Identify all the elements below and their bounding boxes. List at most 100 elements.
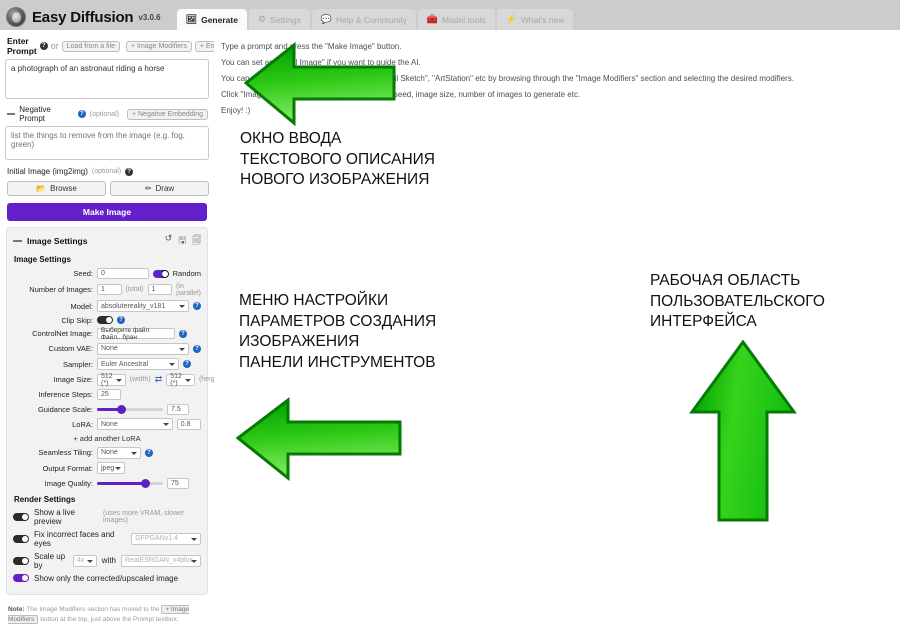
help-icon[interactable]: ? (117, 316, 125, 324)
seamless-tiling-label: Seamless Tiling: (13, 448, 93, 457)
chat-icon: 💬 (321, 15, 332, 24)
tab-settings[interactable]: ⚙ Settings (249, 9, 310, 30)
num-parallel-hint: (in parallel) (176, 283, 201, 297)
seed-label: Seed: (13, 269, 93, 278)
clip-skip-row: Clip Skip: ? (13, 316, 201, 325)
output-format-row: Output Format: jpeg (13, 462, 201, 474)
note-text-before: The Image Modifiers section has moved to… (26, 606, 159, 613)
num-total-input[interactable]: 1 (97, 284, 122, 295)
tab-help-community[interactable]: 💬 Help & Community (312, 9, 416, 30)
fix-faces-row: Fix incorrect faces and eyes GFPGANv1.4 (13, 530, 201, 548)
browse-button[interactable]: 📂 Browse (7, 181, 106, 196)
collapse-icon[interactable] (7, 113, 15, 115)
slider-knob[interactable] (141, 479, 150, 488)
initial-image-header: Initial Image (img2img) (optional) ? (5, 162, 209, 179)
random-seed-toggle[interactable] (153, 270, 169, 278)
image-quality-row: Image Quality: 75 (13, 478, 201, 489)
inference-steps-input[interactable]: 25 (97, 389, 121, 400)
seamless-tiling-select[interactable]: None (97, 447, 141, 459)
height-select[interactable]: 512 (*) (166, 374, 195, 386)
num-parallel-input[interactable]: 1 (148, 284, 173, 295)
sampler-select[interactable]: Euler Ancestral (97, 358, 179, 370)
tab-whats-new-label: What's new (521, 15, 565, 25)
live-preview-toggle[interactable] (13, 513, 29, 521)
image-quality-slider[interactable] (97, 479, 163, 488)
scale-up-row: Scale up by 4x with RealESRGAN_x4plus (13, 552, 201, 570)
model-select[interactable]: absolutereality_v181 (97, 300, 189, 312)
show-corrected-toggle[interactable] (13, 574, 29, 582)
custom-vae-select[interactable]: None (97, 343, 189, 355)
help-icon[interactable]: ? (125, 168, 133, 176)
help-icon[interactable]: ? (183, 360, 191, 368)
pencil-icon: ✏ (145, 184, 152, 193)
prompt-annotation: ОКНО ВВОДА ТЕКСТОВОГО ОПИСАНИЯ НОВОГО ИЗ… (240, 129, 435, 191)
tab-generate[interactable]: 🖼 Generate (177, 9, 247, 30)
seed-row: Seed: 0 Random (13, 268, 201, 279)
image-settings-panel: Image Settings ↺ 🖫 🗐 Image Settings Seed… (6, 227, 208, 595)
arrow-to-prompt (244, 39, 396, 127)
scale-model-select[interactable]: RealESRGAN_x4plus (121, 555, 201, 567)
add-another-lora-button[interactable]: + add another LoRA (13, 434, 201, 443)
controlnet-label: ControlNet Image: (13, 329, 93, 338)
brand: Easy Diffusion v3.0.6 (0, 7, 169, 30)
output-format-select[interactable]: jpeg (97, 462, 125, 474)
draw-label: Draw (156, 184, 175, 193)
scale-with-label: with (102, 556, 116, 565)
workspace-annotation: РАБОЧАЯ ОБЛАСТЬ ПОЛЬЗОВАТЕЛЬСКОГО ИНТЕРФ… (650, 271, 825, 333)
live-preview-row: Show a live preview (uses more VRAM, slo… (13, 508, 201, 526)
help-icon[interactable]: ? (193, 345, 201, 353)
clip-skip-label: Clip Skip: (13, 316, 93, 325)
slider-knob[interactable] (117, 405, 126, 414)
help-icon[interactable]: ? (40, 42, 48, 50)
prompt-input[interactable] (5, 59, 209, 99)
load-from-file-button[interactable]: Load from a file (62, 41, 120, 52)
help-icon[interactable]: ? (78, 110, 86, 118)
image-modifiers-button[interactable]: + Image Modifiers (126, 41, 192, 52)
note-bold: Note: (8, 606, 25, 613)
guidance-scale-row: Guidance Scale: 7.5 (13, 404, 201, 415)
lora-weight-input[interactable]: 0.8 (177, 419, 201, 430)
sampler-row: Sampler: Euler Ancestral ? (13, 358, 201, 370)
slider-fill (97, 482, 145, 485)
app-logo-icon (6, 7, 26, 27)
help-icon[interactable]: ? (145, 449, 153, 457)
help-icon[interactable]: ? (193, 302, 201, 310)
left-control-panel: Enter Prompt ? or Load from a file + Ima… (0, 30, 214, 522)
negative-prompt-header: Negative Prompt ? (optional) + Negative … (5, 101, 209, 126)
fix-faces-toggle[interactable] (13, 535, 29, 543)
scale-factor-select[interactable]: 4x (73, 555, 97, 567)
fix-faces-model-select[interactable]: GFPGANv1.4 (131, 533, 201, 545)
controlnet-file-input[interactable]: Выберите файл Файл...бран (97, 328, 175, 339)
width-hint: (width) (130, 376, 151, 383)
tab-generate-label: Generate (201, 15, 238, 25)
clip-skip-toggle[interactable] (97, 316, 113, 324)
save-icon[interactable]: 🖫 (178, 233, 186, 249)
negative-prompt-input[interactable] (5, 126, 209, 160)
main-tabs: 🖼 Generate ⚙ Settings 💬 Help & Community… (177, 9, 576, 30)
scale-up-toggle[interactable] (13, 557, 29, 565)
tab-help-label: Help & Community (336, 15, 407, 25)
width-select[interactable]: 512 (*) (97, 374, 126, 386)
output-format-label: Output Format: (13, 464, 93, 473)
tab-model-tools[interactable]: 🧰 Model tools (418, 9, 495, 30)
swap-icon[interactable]: ⇄ (155, 374, 163, 385)
image-quality-value[interactable]: 75 (167, 478, 189, 489)
brand-name: Easy Diffusion (32, 9, 133, 26)
prompt-title: Enter Prompt (7, 36, 37, 56)
collapse-icon[interactable] (13, 240, 22, 242)
undo-icon[interactable]: ↺ (165, 233, 173, 249)
negative-embedding-button[interactable]: + Negative Embedding (127, 109, 208, 120)
guidance-scale-value[interactable]: 7.5 (167, 404, 189, 415)
lora-row: LoRA: None 0.8 (13, 418, 201, 430)
random-label: Random (173, 269, 201, 278)
tab-whats-new[interactable]: ⚡ What's new (497, 9, 574, 30)
image-quality-label: Image Quality: (13, 479, 93, 488)
guidance-scale-slider[interactable] (97, 405, 163, 414)
copy-icon[interactable]: 🗐 (192, 233, 201, 249)
seed-input[interactable]: 0 (97, 268, 149, 279)
lora-select[interactable]: None (97, 418, 173, 430)
make-image-button[interactable]: Make Image (7, 203, 207, 221)
arrow-to-settings (236, 394, 402, 482)
help-icon[interactable]: ? (179, 330, 187, 338)
draw-button[interactable]: ✏ Draw (110, 181, 209, 196)
